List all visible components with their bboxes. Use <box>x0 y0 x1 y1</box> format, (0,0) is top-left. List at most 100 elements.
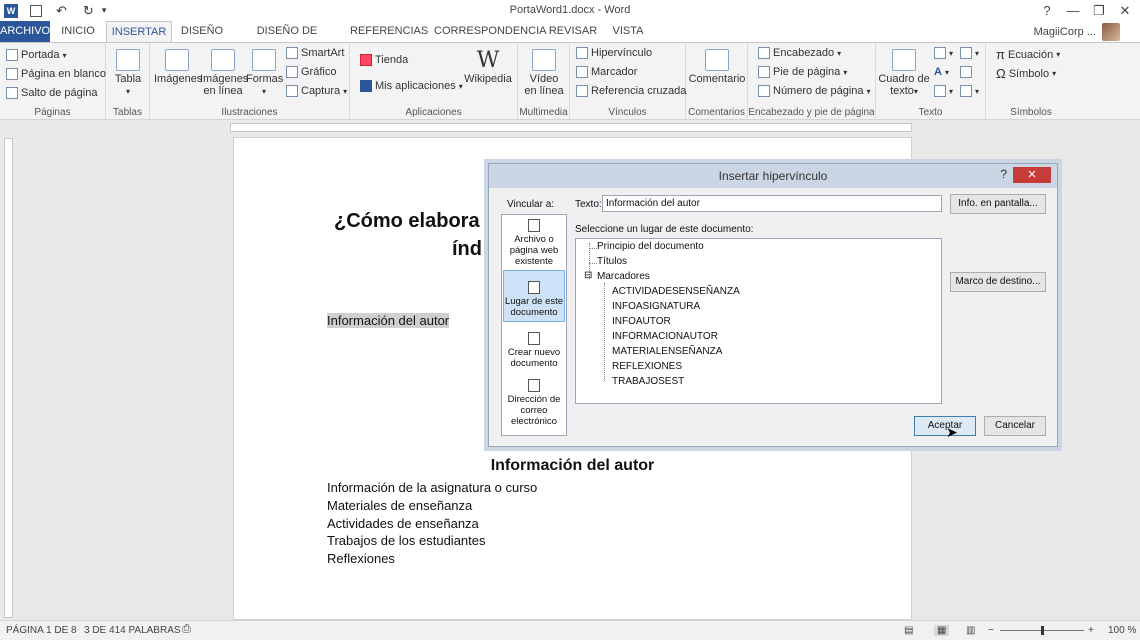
tab-revisar[interactable]: REVISAR <box>548 21 598 42</box>
list-item: Información de la asignatura o curso <box>327 480 538 495</box>
store-icon <box>360 54 372 66</box>
dialog-close-button[interactable]: ✕ <box>1013 167 1051 183</box>
title-bar: W ↶ ↻ ▾ PortaWord1.docx - Word ? — ❐ ✕ <box>0 0 1140 21</box>
texto-label: Texto: <box>575 199 602 210</box>
link-option-existing-file[interactable]: Archivo o página web existente <box>503 219 565 267</box>
group-aplicaciones: Tienda Mis aplicaciones ▾ W Wikipedia Apli… <box>350 43 518 120</box>
pie-pagina-button[interactable]: Pie de página ▾ <box>758 66 847 78</box>
bookmark-item[interactable]: MATERIALENSEÑANZA <box>612 346 722 357</box>
tab-vista[interactable]: VISTA <box>608 21 648 42</box>
imagenes-button[interactable]: Imágenes <box>154 49 202 85</box>
chart-icon <box>286 66 298 78</box>
vincular-label: Vincular a: <box>507 199 555 210</box>
imagenes-linea-button[interactable]: Imágenes en línea <box>200 49 248 97</box>
quick-parts-button[interactable]: ▾ <box>934 47 953 59</box>
vertical-ruler[interactable] <box>4 138 13 618</box>
bookmark-item[interactable]: INFOAUTOR <box>612 316 671 327</box>
table-icon <box>116 49 140 71</box>
zoom-in-icon[interactable]: + <box>1088 625 1094 636</box>
quick-parts-icon <box>934 47 946 59</box>
portada-button[interactable]: Portada ▾ <box>6 49 67 61</box>
cuadro-texto-button[interactable]: Cuadro de texto▾ <box>878 49 930 98</box>
text-box-icon <box>892 49 916 71</box>
document-heading-line1: ¿Cómo elabora <box>334 210 480 232</box>
drop-cap-button[interactable]: ▾ <box>934 85 953 97</box>
hipervinculo-button[interactable]: Hipervínculo <box>576 47 652 59</box>
aceptar-button[interactable]: Aceptar <box>914 416 976 436</box>
word-count[interactable]: 3 DE 414 PALABRAS <box>84 625 181 636</box>
wordart-button[interactable]: A ▾ <box>934 66 949 78</box>
print-layout-icon[interactable]: ▦ <box>934 625 950 636</box>
web-layout-icon[interactable]: ▥ <box>966 625 975 636</box>
proofing-icon[interactable]: ⎙ <box>182 623 191 636</box>
tree-item-principio[interactable]: Principio del documento <box>597 241 704 252</box>
info-pantalla-button[interactable]: Info. en pantalla... <box>950 194 1046 214</box>
tree-connector <box>589 248 597 249</box>
restore-button[interactable]: ❐ <box>1086 0 1112 21</box>
close-window-button[interactable]: ✕ <box>1112 0 1138 21</box>
pagina-blanco-button[interactable]: Página en blanco <box>6 68 106 80</box>
bookmark-item[interactable]: REFLEXIONES <box>612 361 682 372</box>
tab-referencias[interactable]: REFERENCIAS <box>350 21 428 42</box>
online-picture-icon <box>211 49 235 71</box>
tab-diseno[interactable]: DISEÑO <box>180 21 224 42</box>
wikipedia-button[interactable]: W Wikipedia <box>464 49 512 86</box>
zoom-level[interactable]: 100 % <box>1108 625 1136 636</box>
tab-correspondencia[interactable]: CORRESPONDENCIA <box>434 21 546 42</box>
read-mode-icon[interactable]: ▤ <box>904 625 913 636</box>
tab-archivo[interactable]: ARCHIVO <box>0 21 50 42</box>
tabla-button[interactable]: Tabla ▾ <box>110 49 146 98</box>
link-option-new-document[interactable]: Crear nuevo documento <box>503 332 565 372</box>
minimize-button[interactable]: — <box>1060 0 1086 21</box>
tab-diseno-pagina[interactable]: DISEÑO DE PÁGINA <box>236 21 338 58</box>
grafico-button[interactable]: Gráfico <box>286 66 336 78</box>
tree-expander-icon[interactable]: ⊟ <box>584 270 592 281</box>
page-count[interactable]: PÁGINA 1 DE 8 <box>6 625 77 636</box>
cover-page-icon <box>6 49 18 61</box>
link-option-place-in-document[interactable]: Lugar de este documento <box>503 270 565 322</box>
help-button[interactable]: ? <box>1034 0 1060 21</box>
tree-item-titulos[interactable]: Títulos <box>597 256 627 267</box>
selected-text[interactable]: Información del autor <box>327 313 450 328</box>
dialog-help-button[interactable]: ? <box>1000 167 1007 181</box>
texto-input[interactable]: Información del autor <box>602 195 942 212</box>
link-option-email[interactable]: Dirección de correo electrónico <box>503 379 565 429</box>
salto-pagina-button[interactable]: Salto de página <box>6 87 97 99</box>
list-item: Materiales de enseñanza <box>327 497 473 513</box>
user-account[interactable]: MagiiCorp ... <box>1034 23 1120 41</box>
cancelar-button[interactable]: Cancelar <box>984 416 1046 436</box>
group-encabezado: Encabezado ▾ Pie de página ▾ Número de pág… <box>748 43 876 120</box>
formas-button[interactable]: Formas ▾ <box>246 49 283 98</box>
object-button[interactable]: ▾ <box>960 85 979 97</box>
signature-line-button[interactable]: ▾ <box>960 47 979 59</box>
simbolo-button[interactable]: Ω Símbolo ▾ <box>996 66 1056 81</box>
ecuacion-button[interactable]: π Ecuación ▾ <box>996 47 1060 62</box>
blank-page-icon <box>6 68 18 80</box>
group-label-simbolos: Símbolos <box>1010 107 1052 118</box>
video-linea-button[interactable]: Vídeo en línea <box>522 49 566 97</box>
marcador-button[interactable]: Marcador <box>576 66 637 78</box>
zoom-out-icon[interactable]: − <box>988 625 994 636</box>
tab-insertar[interactable]: INSERTAR <box>106 21 172 43</box>
document-places-tree[interactable]: Principio del documento Títulos ⊟ Marcad… <box>575 238 942 404</box>
date-time-button[interactable] <box>960 66 972 78</box>
tab-inicio[interactable]: INICIO <box>58 21 98 42</box>
document-list: Información de la asignatura o curso Mat… <box>327 479 537 568</box>
bookmark-item[interactable]: INFORMACIONAUTOR <box>612 331 718 342</box>
bookmark-item[interactable]: INFOASIGNATURA <box>612 301 700 312</box>
referencia-cruzada-button[interactable]: Referencia cruzada <box>576 85 686 97</box>
bookmark-item[interactable]: ACTIVIDADESENSEÑANZA <box>612 286 740 297</box>
numero-pagina-button[interactable]: Número de página ▾ <box>758 85 871 97</box>
tree-item-marcadores[interactable]: Marcadores <box>597 271 650 282</box>
smartart-button[interactable]: SmartArt <box>286 47 344 59</box>
zoom-slider-thumb[interactable] <box>1041 626 1044 635</box>
pi-icon: π <box>996 47 1005 62</box>
encabezado-button[interactable]: Encabezado ▾ <box>758 47 841 59</box>
captura-button[interactable]: Captura ▾ <box>286 85 347 97</box>
tienda-button[interactable]: Tienda <box>360 54 408 66</box>
comentario-button[interactable]: Comentario <box>688 49 746 85</box>
horizontal-ruler[interactable] <box>0 120 1140 135</box>
bookmark-item[interactable]: TRABAJOSEST <box>612 376 684 387</box>
marco-destino-button[interactable]: Marco de destino... <box>950 272 1046 292</box>
mis-aplicaciones-button[interactable]: Mis aplicaciones ▾ <box>360 80 463 92</box>
